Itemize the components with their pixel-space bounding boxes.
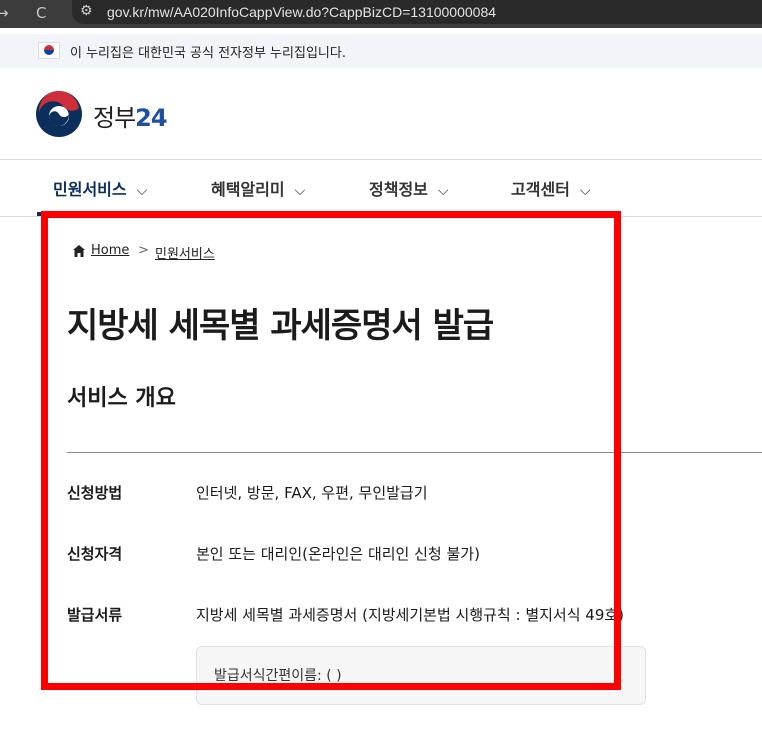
reload-icon[interactable]: C	[36, 4, 46, 22]
gov-banner-text: 이 누리집은 대한민국 공식 전자정부 누리집입니다.	[70, 46, 346, 61]
gov24-logo-text[interactable]: 정부24	[93, 98, 168, 133]
section-divider	[67, 452, 762, 453]
chevron-down-icon: ⌵	[294, 183, 306, 199]
info-label-document: 발급서류	[67, 606, 123, 624]
menu-label: 정책정보	[369, 180, 428, 199]
menu-divider	[0, 216, 762, 217]
home-icon	[73, 245, 85, 257]
form-name-box: 발급서식간편이름: ( )	[196, 646, 646, 705]
info-value-method: 인터넷, 방문, FAX, 우편, 무인발급기	[196, 484, 428, 502]
chevron-down-icon: ⌵	[136, 183, 148, 199]
form-name-text: 발급서식간편이름: ( )	[214, 668, 342, 684]
breadcrumb-civil-service-link[interactable]: 민원서비스	[155, 243, 215, 262]
menu-item-policy-info[interactable]: 정책정보 ⌵	[369, 176, 449, 200]
forward-arrow-icon[interactable]: →	[0, 4, 9, 22]
menu-label: 민원서비스	[53, 180, 127, 199]
gov24-logo-icon[interactable]	[35, 90, 83, 138]
section-title: 서비스 개요	[67, 386, 176, 411]
menu-label: 고객센터	[511, 180, 570, 199]
url-text[interactable]: gov.kr/mw/AA020InfoCappView.do?CappBizCD…	[107, 4, 496, 20]
menu-item-customer-center[interactable]: 고객센터 ⌵	[511, 176, 591, 200]
info-value-document: 지방세 세목별 과세증명서 (지방세기본법 시행규칙 : 별지서식 49호)	[196, 606, 625, 624]
site-info-icon[interactable]: ⚙	[80, 3, 93, 19]
menu-item-civil-service[interactable]: 민원서비스 ⌵	[53, 176, 147, 200]
chevron-right-icon: >	[138, 243, 149, 258]
breadcrumb-home-link[interactable]: Home	[91, 243, 129, 258]
chevron-down-icon: ⌵	[437, 183, 449, 199]
korean-flag-icon	[38, 42, 60, 59]
menu-item-benefit-alert[interactable]: 혜택알리미 ⌵	[211, 176, 305, 200]
info-label-eligibility: 신청자격	[67, 545, 123, 563]
chevron-down-icon: ⌵	[579, 183, 591, 199]
main-menu: 민원서비스 ⌵ 혜택알리미 ⌵ 정책정보 ⌵ 고객센터 ⌵	[0, 160, 762, 216]
menu-label: 혜택알리미	[211, 180, 285, 199]
info-value-eligibility: 본인 또는 대리인(온라인은 대리인 신청 불가)	[196, 545, 480, 563]
page-title: 지방세 세목별 과세증명서 발급	[67, 306, 494, 346]
info-label-method: 신청방법	[67, 484, 123, 502]
browser-toolbar: → C ⚙ gov.kr/mw/AA020InfoCappView.do?Cap…	[0, 0, 762, 28]
logo-text-main: 정부	[93, 104, 136, 132]
logo-text-number: 24	[135, 104, 167, 132]
